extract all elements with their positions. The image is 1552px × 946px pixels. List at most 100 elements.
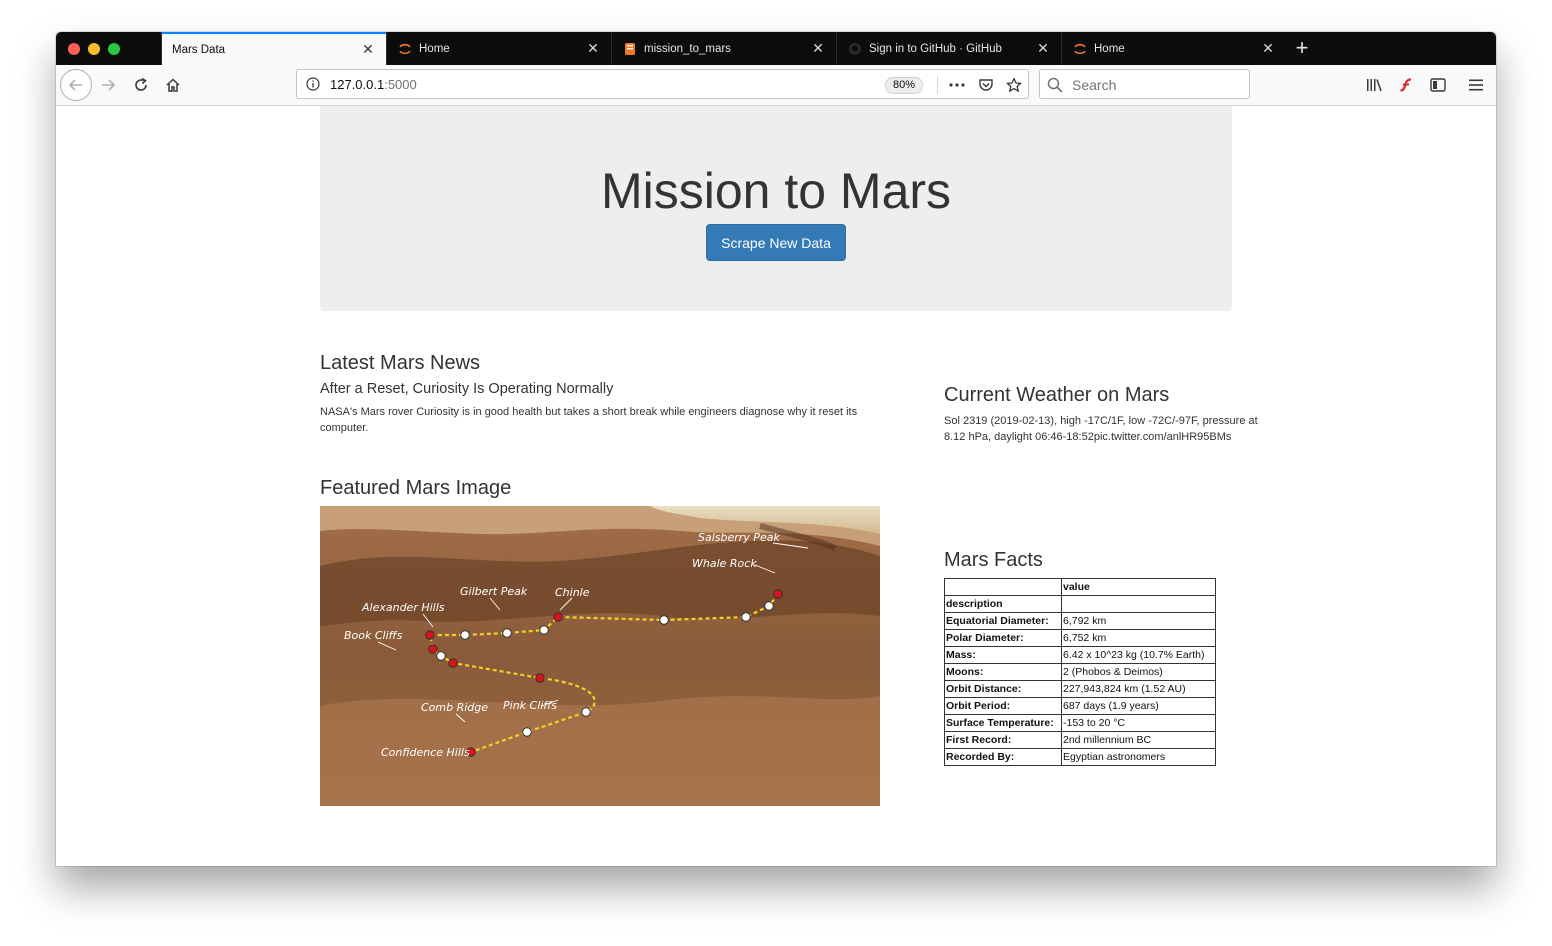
fact-label: Mass: [944, 646, 1062, 664]
home-button[interactable] [161, 73, 185, 97]
fact-label: Equatorial Diameter: [944, 612, 1062, 630]
arrow-left-icon [68, 79, 82, 91]
table-row: Mass: 6.42 x 10^23 kg (10.7% Earth) [944, 646, 1216, 664]
url-bar-divider [937, 76, 938, 94]
url-host: 127.0.0.1 [330, 77, 385, 92]
fact-value: 6,792 km [1061, 612, 1216, 630]
fact-value: -153 to 20 °C [1061, 714, 1216, 732]
fact-value: 687 days (1.9 years) [1061, 697, 1216, 715]
new-tab-button[interactable]: + [1290, 37, 1314, 61]
tab-label: Sign in to GitHub · GitHub [869, 42, 1002, 55]
navigation-toolbar: 127.0.0.1:5000 80% [56, 65, 1496, 106]
fact-value: Egyptian astronomers [1061, 748, 1216, 766]
search-bar[interactable] [1039, 69, 1250, 99]
browser-window: Mars Data ✕ Home ✕ mission_to_mars ✕ Sig… [56, 32, 1496, 866]
news-title: After a Reset, Curiosity Is Operating No… [320, 381, 614, 397]
flash-icon[interactable] [1394, 73, 1418, 97]
bookmark-star-icon[interactable] [1004, 75, 1024, 95]
search-input[interactable] [1070, 75, 1244, 95]
fact-label: First Record: [944, 731, 1062, 749]
tab-close-icon[interactable]: ✕ [585, 40, 601, 57]
fact-value: 6.42 x 10^23 kg (10.7% Earth) [1061, 646, 1216, 664]
back-button[interactable] [60, 69, 92, 101]
url-text[interactable]: 127.0.0.1:5000 [330, 77, 417, 92]
mars-facts-table: value description Equatorial Diameter: 6,… [944, 578, 1216, 766]
table-row: Moons: 2 (Phobos & Deimos) [944, 663, 1216, 681]
fact-label: Moons: [944, 663, 1062, 681]
tab-mars-data[interactable]: Mars Data ✕ [161, 32, 386, 65]
reload-icon [135, 77, 147, 91]
fact-value: 6,752 km [1061, 629, 1216, 647]
label-gilbert-peak: Gilbert Peak [460, 585, 528, 598]
jupyter-icon [1072, 41, 1088, 57]
page-actions-icon[interactable] [947, 75, 967, 95]
tab-home-2[interactable]: Home ✕ [1061, 32, 1286, 65]
tab-label: mission_to_mars [644, 42, 731, 55]
notebook-icon [622, 41, 638, 57]
label-salsberry-peak: Salsberry Peak [698, 531, 780, 544]
close-window-button[interactable] [68, 43, 80, 55]
fact-label: Orbit Distance: [944, 680, 1062, 698]
tab-github-sign-in[interactable]: Sign in to GitHub · GitHub ✕ [836, 32, 1061, 65]
tab-mission-to-mars[interactable]: mission_to_mars ✕ [611, 32, 836, 65]
info-icon[interactable] [306, 77, 320, 96]
tab-label: Home [419, 42, 450, 55]
jupyter-icon [397, 41, 413, 57]
minimize-window-button[interactable] [88, 43, 100, 55]
table-row: Equatorial Diameter: 6,792 km [944, 612, 1216, 630]
news-paragraph: NASA's Mars rover Curiosity is in good h… [320, 406, 858, 434]
table-header-row: value [944, 578, 1216, 596]
forward-button[interactable] [96, 73, 120, 97]
window-controls [68, 43, 120, 55]
github-icon [847, 41, 863, 57]
fact-label: Surface Temperature: [944, 714, 1062, 732]
label-confidence-hills: Confidence Hills [381, 746, 470, 759]
label-book-cliffs: Book Cliffs [344, 629, 403, 642]
tab-strip: Mars Data ✕ Home ✕ mission_to_mars ✕ Sig… [56, 32, 1496, 65]
table-row: Polar Diameter: 6,752 km [944, 629, 1216, 647]
jumbotron: Mission to Mars Scrape New Data [320, 106, 1232, 311]
page-content: Mission to Mars Scrape New Data Latest M… [56, 106, 1496, 866]
fact-value: 2nd millennium BC [1061, 731, 1216, 749]
table-header-cell: value [1061, 578, 1216, 596]
tab-label: Mars Data [172, 43, 226, 56]
zoom-level-badge[interactable]: 80% [885, 77, 924, 94]
page-title: Mission to Mars [600, 163, 952, 219]
label-comb-ridge: Comb Ridge [421, 701, 488, 714]
library-icon[interactable] [1362, 73, 1386, 97]
zoom-window-button[interactable] [108, 43, 120, 55]
table-row: Orbit Distance: 227,943,824 km (1.52 AU) [944, 680, 1216, 698]
weather-heading: Current Weather on Mars [944, 384, 1170, 406]
table-row: Orbit Period: 687 days (1.9 years) [944, 697, 1216, 715]
pocket-icon[interactable] [976, 75, 996, 95]
sidebar-toggle-icon[interactable] [1426, 73, 1450, 97]
table-index-row: description [944, 595, 1216, 613]
label-alexander-hills: Alexander Hills [361, 601, 445, 614]
table-header-cell [944, 578, 1062, 596]
reload-button[interactable] [129, 73, 153, 97]
facts-heading: Mars Facts [944, 549, 1043, 571]
table-row: First Record: 2nd millennium BC [944, 731, 1216, 749]
news-heading: Latest Mars News [320, 352, 481, 374]
featured-image-heading: Featured Mars Image [320, 477, 512, 499]
label-whale-rock: Whale Rock [692, 557, 757, 570]
tab-close-icon[interactable]: ✕ [1035, 40, 1051, 57]
table-index-label: description [944, 595, 1062, 613]
table-cell [1061, 595, 1216, 613]
arrow-right-icon [102, 79, 116, 91]
fact-label: Polar Diameter: [944, 629, 1062, 647]
tab-close-icon[interactable]: ✕ [1260, 40, 1276, 57]
url-port: :5000 [384, 77, 417, 92]
tab-home-1[interactable]: Home ✕ [386, 32, 611, 65]
fact-label: Recorded By: [944, 748, 1062, 766]
url-bar[interactable]: 127.0.0.1:5000 80% [296, 69, 1029, 99]
table-row: Recorded By: Egyptian astronomers [944, 748, 1216, 766]
weather-text: Sol 2319 (2019-02-13), high -17C/1F, low… [944, 415, 1258, 443]
fact-value: 227,943,824 km (1.52 AU) [1061, 680, 1216, 698]
menu-icon[interactable] [1464, 73, 1488, 97]
tab-close-icon[interactable]: ✕ [360, 41, 376, 58]
scrape-new-data-button[interactable]: Scrape New Data [706, 224, 846, 261]
fact-label: Orbit Period: [944, 697, 1062, 715]
table-row: Surface Temperature: -153 to 20 °C [944, 714, 1216, 732]
tab-close-icon[interactable]: ✕ [810, 40, 826, 57]
